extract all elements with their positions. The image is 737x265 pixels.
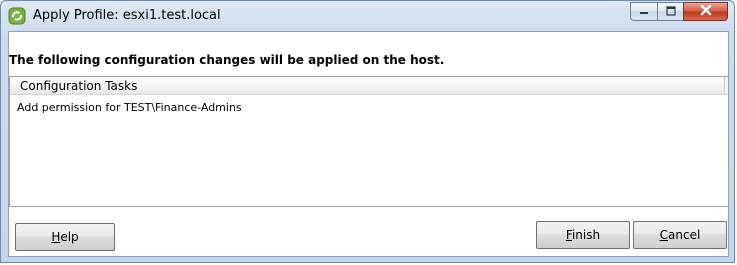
maximize-button[interactable]: [657, 2, 683, 21]
caption-buttons: [630, 2, 728, 21]
cancel-button[interactable]: Cancel: [633, 221, 727, 249]
help-mnemonic: H: [51, 230, 61, 244]
minimize-icon: [639, 5, 649, 19]
dialog-heading: The following configuration changes will…: [9, 53, 445, 67]
configuration-tasks-list[interactable]: Configuration Tasks Add permission for T…: [9, 76, 729, 207]
help-label: elp: [60, 230, 79, 244]
cancel-mnemonic: C: [659, 228, 669, 242]
vsphere-profile-icon: [8, 7, 26, 25]
maximize-icon: [665, 5, 676, 19]
title-bar[interactable]: Apply Profile: esxi1.test.local: [1, 1, 734, 31]
column-header-label: Configuration Tasks: [20, 79, 138, 93]
finish-label: inish: [571, 228, 601, 242]
cancel-label: ancel: [668, 228, 701, 242]
close-icon: [700, 4, 712, 19]
close-button[interactable]: [683, 2, 728, 21]
list-item[interactable]: Add permission for TEST\Finance-Admins: [17, 101, 242, 114]
finish-button[interactable]: Finish: [536, 221, 630, 249]
help-button[interactable]: Help: [15, 223, 115, 251]
column-header-configuration-tasks[interactable]: Configuration Tasks: [10, 77, 728, 95]
column-resize-handle[interactable]: [724, 77, 728, 94]
window-title: Apply Profile: esxi1.test.local: [33, 8, 221, 23]
minimize-button[interactable]: [630, 2, 657, 21]
apply-profile-window: Apply Profile: esxi1.test.local The foll…: [0, 0, 735, 263]
